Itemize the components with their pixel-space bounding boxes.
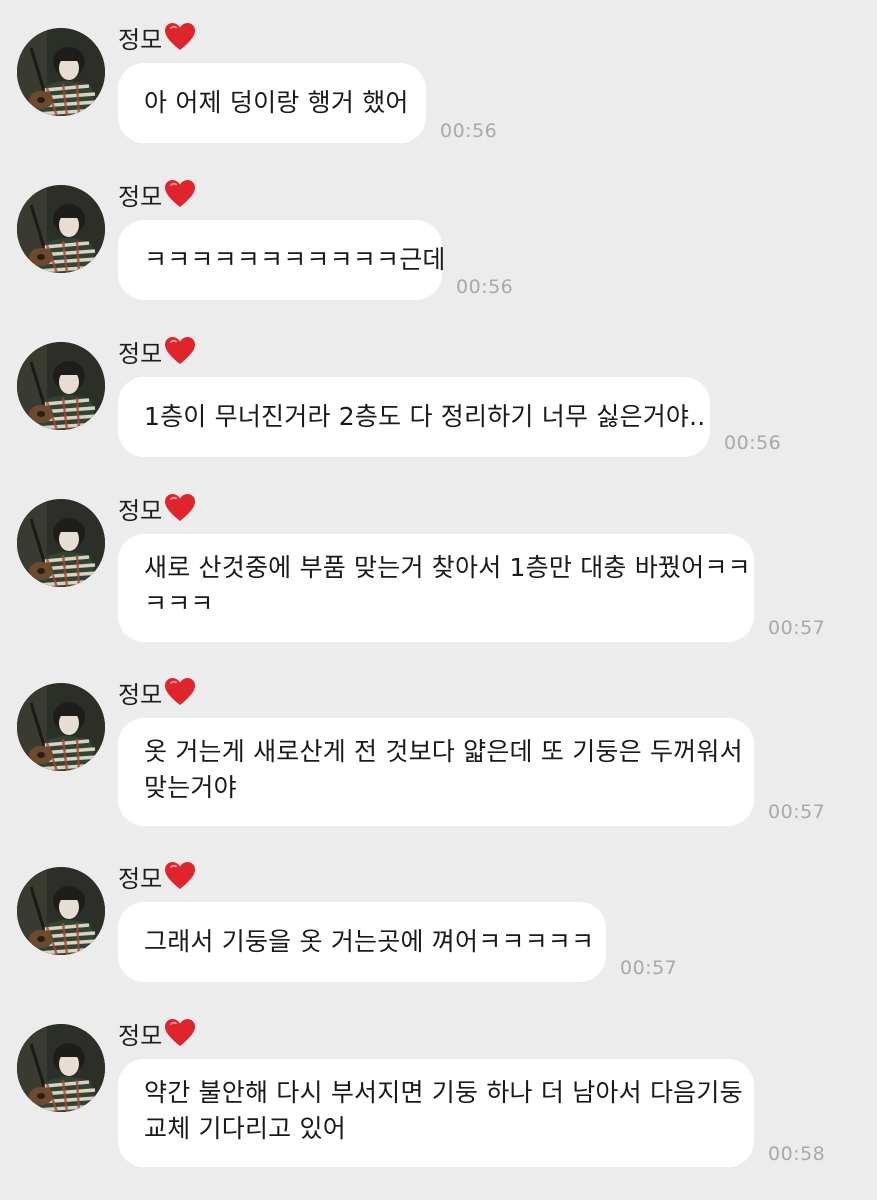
message-bubble[interactable]: ㅋㅋㅋㅋㅋㅋㅋㅋㅋㅋㅋ근데 xyxy=(118,220,446,300)
avatar[interactable] xyxy=(17,499,105,587)
timestamp: 00:57 xyxy=(620,957,678,979)
avatar[interactable] xyxy=(17,1024,105,1112)
sender-name-text: 정모 xyxy=(118,339,163,368)
message-text: 아 어제 덩이랑 행거 했어 xyxy=(144,88,409,117)
sender-name: 정모 xyxy=(118,18,196,56)
message-text: 새로 산것중에 부품 맞는거 찾아서 1층만 대충 바꿨어ㅋㅋ xyxy=(144,553,751,582)
avatar[interactable] xyxy=(17,867,105,955)
avatar[interactable] xyxy=(17,683,105,771)
sender-name: 정모 xyxy=(118,175,196,213)
timestamp: 00:56 xyxy=(440,120,498,142)
avatar[interactable] xyxy=(17,28,105,116)
message-bubble[interactable]: 그래서 기둥을 옷 거는곳에 껴어ㅋㅋㅋㅋㅋ xyxy=(118,902,606,982)
sender-name-text: 정모 xyxy=(118,182,163,211)
message-text: 교체 기다리고 있어 xyxy=(144,1114,346,1143)
message-text: 그래서 기둥을 옷 거는곳에 껴어ㅋㅋㅋㅋㅋ xyxy=(144,927,595,956)
timestamp: 00:56 xyxy=(456,276,514,298)
timestamp: 00:57 xyxy=(768,801,826,823)
message-bubble[interactable]: 약간 불안해 다시 부서지면 기둥 하나 더 남아서 다음기둥 교체 기다리고 … xyxy=(118,1059,754,1167)
message-text: 약간 불안해 다시 부서지면 기둥 하나 더 남아서 다음기둥 xyxy=(144,1078,743,1107)
sender-name-text: 정모 xyxy=(118,1021,163,1050)
heart-icon xyxy=(164,336,196,366)
avatar[interactable] xyxy=(17,185,105,273)
message-text: ㅋㅋㅋㅋㅋㅋㅋㅋㅋㅋㅋ근데 xyxy=(144,245,446,274)
heart-icon xyxy=(164,677,196,707)
heart-icon xyxy=(164,493,196,523)
message-bubble[interactable]: 옷 거는게 새로산게 전 것보다 얇은데 또 기둥은 두꺼워서 맞는거야 xyxy=(118,718,754,826)
timestamp: 00:57 xyxy=(768,617,826,639)
sender-name: 정모 xyxy=(118,489,196,527)
sender-name: 정모 xyxy=(118,332,196,370)
heart-icon xyxy=(164,179,196,209)
sender-name: 정모 xyxy=(118,673,196,711)
timestamp: 00:56 xyxy=(724,432,782,454)
message-text: 맞는거야 xyxy=(144,773,237,802)
message-bubble[interactable]: 1층이 무너진거라 2층도 다 정리하기 너무 싫은거야.. xyxy=(118,377,710,457)
avatar[interactable] xyxy=(17,342,105,430)
heart-icon xyxy=(164,861,196,891)
sender-name-text: 정모 xyxy=(118,496,163,525)
message-bubble[interactable]: 새로 산것중에 부품 맞는거 찾아서 1층만 대충 바꿨어ㅋㅋ ㅋㅋㅋ xyxy=(118,534,754,642)
message-text: 1층이 무너진거라 2층도 다 정리하기 너무 싫은거야.. xyxy=(144,402,706,431)
sender-name: 정모 xyxy=(118,1014,196,1052)
sender-name-text: 정모 xyxy=(118,680,163,709)
message-bubble[interactable]: 아 어제 덩이랑 행거 했어 xyxy=(118,63,426,143)
message-text: ㅋㅋㅋ xyxy=(144,589,214,618)
sender-name-text: 정모 xyxy=(118,864,163,893)
timestamp: 00:58 xyxy=(768,1143,826,1165)
sender-name-text: 정모 xyxy=(118,25,163,54)
heart-icon xyxy=(164,1018,196,1048)
heart-icon xyxy=(164,22,196,52)
sender-name: 정모 xyxy=(118,857,196,895)
message-text: 옷 거는게 새로산게 전 것보다 얇은데 또 기둥은 두꺼워서 xyxy=(144,737,743,766)
